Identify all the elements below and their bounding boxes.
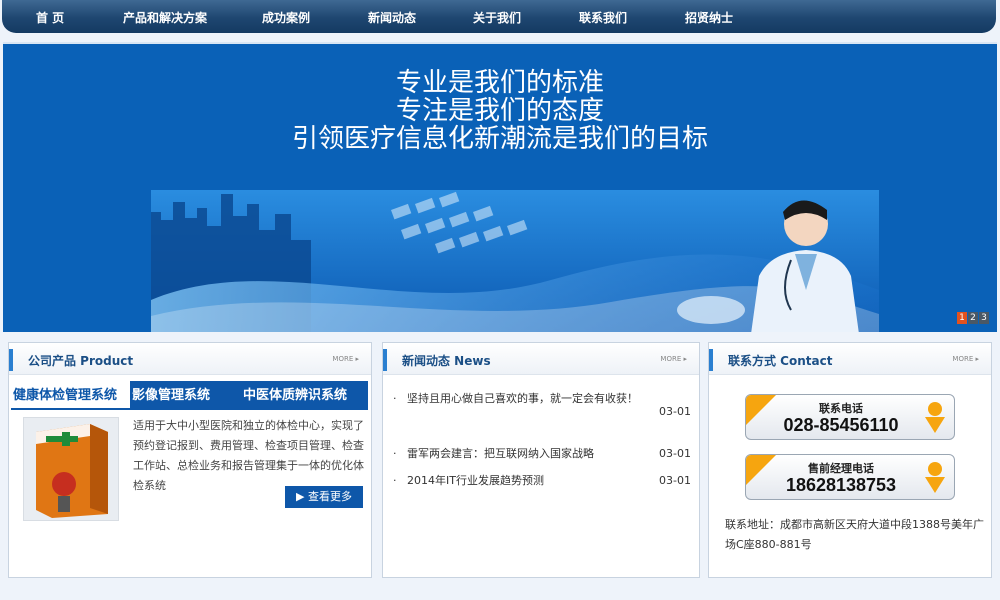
- nav-bar: 首 页 产品和解决方案 成功案例 新闻动态 关于我们 联系我们 招贤纳士: [2, 0, 996, 33]
- header-accent-bar: [383, 349, 387, 371]
- phone-box-contact: 联系电话 028-85456110: [745, 394, 955, 440]
- tab-health-checkup[interactable]: 健康体检管理系统: [11, 381, 130, 410]
- slide-pagination: 1 2 3: [957, 312, 989, 324]
- phone-number: 18628138753: [785, 475, 897, 495]
- tab-tcm-constitution[interactable]: 中医体质辨识系统: [243, 381, 368, 410]
- slide-dot[interactable]: 3: [979, 312, 989, 324]
- news-date: 03-01: [659, 405, 691, 418]
- phone-label: 售前经理电话: [808, 462, 874, 475]
- panel-title: 公司产品 Product: [28, 354, 134, 368]
- bullet-icon: ·: [393, 447, 407, 460]
- nav-item-about[interactable]: 关于我们: [473, 9, 521, 26]
- more-link[interactable]: MORE ▸: [660, 355, 687, 363]
- nav-item-contact[interactable]: 联系我们: [579, 9, 627, 26]
- nav-item-jobs[interactable]: 招贤纳士: [685, 9, 733, 26]
- banner-illustration: [151, 190, 879, 332]
- bullet-icon: ·: [393, 392, 407, 405]
- see-more-label: 查看更多: [307, 490, 352, 503]
- product-tabs: 健康体检管理系统 影像管理系统 中医体质辨识系统: [11, 381, 368, 410]
- down-arrow-icon: [925, 462, 945, 493]
- top-navigation: 首 页 产品和解决方案 成功案例 新闻动态 关于我们 联系我们 招贤纳士: [0, 0, 1000, 34]
- panel-title: 新闻动态 News: [402, 354, 491, 368]
- news-panel: 新闻动态 News MORE ▸ · 坚持且用心做自己喜欢的事，就一定会有收获！…: [382, 342, 700, 578]
- nav-item-products[interactable]: 产品和解决方案: [123, 9, 207, 26]
- phone-box-sales: 售前经理电话 18628138753: [745, 454, 955, 500]
- banner-slogan-line: 引领医疗信息化新潮流是我们的目标: [291, 124, 708, 154]
- header-accent-bar: [709, 349, 713, 371]
- hero-banner: 专业是我们的标准 专注是我们的态度 引领医疗信息化新潮流是我们的目标 1 2 3: [3, 42, 997, 332]
- slide-dot[interactable]: 1: [957, 312, 967, 324]
- nav-item-cases[interactable]: 成功案例: [262, 9, 310, 26]
- banner-slogan-line: 专注是我们的态度: [395, 96, 604, 126]
- nav-item-home[interactable]: 首 页: [36, 9, 64, 26]
- news-title-text: 2014年IT行业发展趋势预测: [407, 474, 544, 487]
- panel-title: 联系方式 Contact: [728, 354, 833, 368]
- news-title[interactable]: · 坚持且用心做自己喜欢的事，就一定会有收获！: [393, 385, 651, 413]
- panel-header: 公司产品 Product MORE ▸: [9, 343, 371, 375]
- news-title-text: 坚持且用心做自己喜欢的事，就一定会有收获！: [407, 392, 638, 405]
- product-box-image: [23, 417, 119, 521]
- slide-dot[interactable]: 2: [968, 312, 978, 324]
- contact-address: 联系地址：成都市高新区天府大道中段1388号美年广场C座880-881号: [725, 518, 984, 551]
- news-title[interactable]: · 雷军两会建言：把互联网纳入国家战略: [393, 440, 651, 468]
- play-arrow-icon: ▶: [296, 490, 305, 503]
- down-arrow-icon: [925, 402, 945, 433]
- header-accent-bar: [9, 349, 13, 371]
- product-panel: 公司产品 Product MORE ▸ 健康体检管理系统 影像管理系统 中医体质…: [8, 342, 372, 578]
- nav-item-news[interactable]: 新闻动态: [368, 9, 416, 26]
- news-title-text: 雷军两会建言：把互联网纳入国家战略: [407, 447, 594, 460]
- panel-header: 新闻动态 News MORE ▸: [383, 343, 699, 375]
- more-link[interactable]: MORE ▸: [952, 355, 979, 363]
- phone-label: 联系电话: [819, 402, 863, 415]
- news-title[interactable]: · 2014年IT行业发展趋势预测: [393, 467, 651, 495]
- more-link[interactable]: MORE ▸: [332, 355, 359, 363]
- news-date: 03-01: [659, 447, 691, 460]
- news-date: 03-01: [659, 474, 691, 487]
- tab-imaging[interactable]: 影像管理系统: [130, 381, 230, 410]
- product-description: 适用于大中小型医院和独立的体检中心，实现了预约登记报到、费用管理、检查项目管理、…: [133, 419, 364, 492]
- bullet-icon: ·: [393, 474, 407, 487]
- contact-panel: 联系方式 Contact MORE ▸ 联系电话 028-85456110 售前…: [708, 342, 992, 578]
- phone-number: 028-85456110: [783, 415, 899, 435]
- banner-slogan-line: 专业是我们的标准: [395, 68, 604, 98]
- panel-header: 联系方式 Contact MORE ▸: [709, 343, 991, 375]
- see-more-button[interactable]: ▶ 查看更多: [285, 486, 363, 508]
